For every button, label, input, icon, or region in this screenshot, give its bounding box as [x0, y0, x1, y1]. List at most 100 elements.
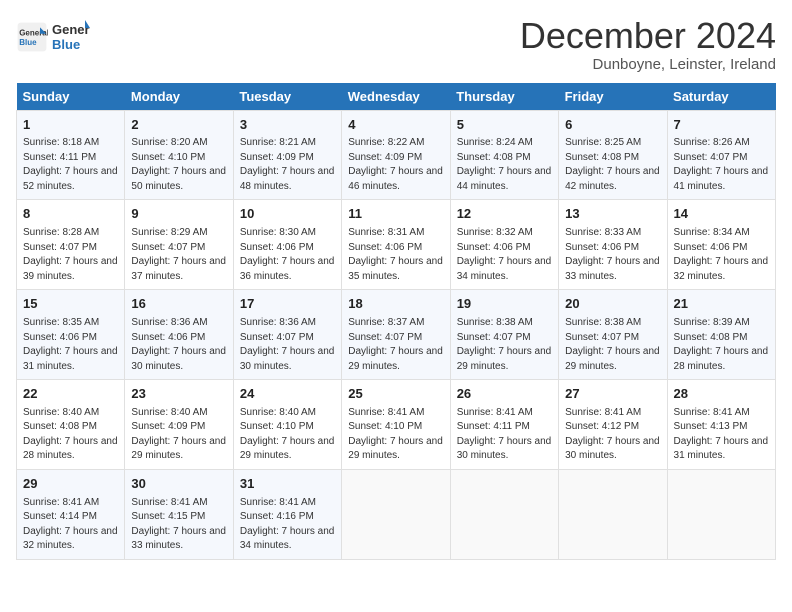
header-cell-sunday: Sunday: [17, 83, 125, 111]
calendar-cell: 17Sunrise: 8:36 AMSunset: 4:07 PMDayligh…: [233, 290, 341, 380]
daylight-label: Daylight: 7 hours and 33 minutes.: [565, 256, 660, 282]
sunrise: Sunrise: 8:33 AM: [565, 227, 641, 238]
daylight-label: Daylight: 7 hours and 44 minutes.: [457, 166, 552, 192]
day-number: 18: [348, 295, 443, 314]
sunrise: Sunrise: 8:40 AM: [23, 407, 99, 418]
sunset: Sunset: 4:14 PM: [23, 511, 97, 522]
sunrise: Sunrise: 8:24 AM: [457, 137, 533, 148]
sunrise: Sunrise: 8:37 AM: [348, 317, 424, 328]
daylight-label: Daylight: 7 hours and 29 minutes.: [131, 436, 226, 462]
day-number: 23: [131, 385, 226, 404]
day-number: 5: [457, 116, 552, 135]
day-number: 25: [348, 385, 443, 404]
sunrise: Sunrise: 8:38 AM: [457, 317, 533, 328]
day-number: 24: [240, 385, 335, 404]
calendar-cell: 31Sunrise: 8:41 AMSunset: 4:16 PMDayligh…: [233, 469, 341, 559]
calendar-cell: 6Sunrise: 8:25 AMSunset: 4:08 PMDaylight…: [559, 110, 667, 200]
sunrise: Sunrise: 8:18 AM: [23, 137, 99, 148]
calendar-cell: 2Sunrise: 8:20 AMSunset: 4:10 PMDaylight…: [125, 110, 233, 200]
sunrise: Sunrise: 8:26 AM: [674, 137, 750, 148]
sunset: Sunset: 4:07 PM: [23, 242, 97, 253]
sunset: Sunset: 4:06 PM: [674, 242, 748, 253]
daylight-label: Daylight: 7 hours and 41 minutes.: [674, 166, 769, 192]
sunrise: Sunrise: 8:20 AM: [131, 137, 207, 148]
calendar-cell: 23Sunrise: 8:40 AMSunset: 4:09 PMDayligh…: [125, 380, 233, 470]
sunset: Sunset: 4:07 PM: [348, 332, 422, 343]
day-number: 22: [23, 385, 118, 404]
week-row-1: 1 Sunrise: 8:18 AM Sunset: 4:11 PM Daylight…: [17, 110, 776, 200]
sunrise: Sunrise: 8:32 AM: [457, 227, 533, 238]
day-number: 9: [131, 205, 226, 224]
calendar-cell: 28 Sunrise: 8:41 AM Sunset: 4:13 PM Dayligh…: [667, 380, 775, 470]
sunrise: Sunrise: 8:41 AM: [565, 407, 641, 418]
general-blue-logo-svg: General Blue: [52, 16, 90, 58]
daylight-label: Daylight: 7 hours and 28 minutes.: [674, 346, 769, 372]
day-number: 21: [674, 295, 769, 314]
daylight-label: Daylight: 7 hours and 42 minutes.: [565, 166, 660, 192]
calendar-cell: 20Sunrise: 8:38 AMSunset: 4:07 PMDayligh…: [559, 290, 667, 380]
header-cell-monday: Monday: [125, 83, 233, 111]
logo-icon: General Blue: [16, 21, 48, 53]
day-number: 12: [457, 205, 552, 224]
day-number: 28: [674, 385, 769, 404]
sunset: Sunset: 4:07 PM: [457, 332, 531, 343]
calendar-cell: 4Sunrise: 8:22 AMSunset: 4:09 PMDaylight…: [342, 110, 450, 200]
sunrise: Sunrise: 8:41 AM: [348, 407, 424, 418]
sunset: Sunset: 4:06 PM: [457, 242, 531, 253]
sunset: Sunset: 4:06 PM: [23, 332, 97, 343]
daylight-label: Daylight: 7 hours and 52 minutes.: [23, 166, 118, 192]
header-cell-saturday: Saturday: [667, 83, 775, 111]
sunrise: Sunrise: 8:40 AM: [131, 407, 207, 418]
calendar-cell: [559, 469, 667, 559]
daylight-label: Daylight: 7 hours and 31 minutes.: [674, 436, 769, 462]
sunset: Sunset: 4:10 PM: [240, 421, 314, 432]
sunrise: Sunrise: 8:41 AM: [674, 407, 750, 418]
sunset: Sunset: 4:10 PM: [348, 421, 422, 432]
calendar-table: SundayMondayTuesdayWednesdayThursdayFrid…: [16, 83, 776, 560]
daylight-label: Daylight: 7 hours and 28 minutes.: [23, 436, 118, 462]
day-number: 31: [240, 475, 335, 494]
daylight-label: Daylight: 7 hours and 31 minutes.: [23, 346, 118, 372]
daylight-label: Daylight: 7 hours and 36 minutes.: [240, 256, 335, 282]
calendar-cell: 8Sunrise: 8:28 AMSunset: 4:07 PMDaylight…: [17, 200, 125, 290]
calendar-cell: 16Sunrise: 8:36 AMSunset: 4:06 PMDayligh…: [125, 290, 233, 380]
day-number: 1: [23, 116, 118, 135]
calendar-cell: [342, 469, 450, 559]
daylight-label: Daylight: 7 hours and 30 minutes.: [457, 436, 552, 462]
sunset: Sunset: 4:08 PM: [23, 421, 97, 432]
sunrise: Sunrise: 8:30 AM: [240, 227, 316, 238]
sunset: Sunset: 4:13 PM: [674, 421, 748, 432]
sunrise: Sunrise: 8:40 AM: [240, 407, 316, 418]
header-cell-thursday: Thursday: [450, 83, 558, 111]
sunrise: Sunrise: 8:34 AM: [674, 227, 750, 238]
sunrise: Sunrise: 8:22 AM: [348, 137, 424, 148]
calendar-cell: [667, 469, 775, 559]
daylight-label: Daylight: 7 hours and 48 minutes.: [240, 166, 335, 192]
header-row: SundayMondayTuesdayWednesdayThursdayFrid…: [17, 83, 776, 111]
daylight-label: Daylight: 7 hours and 30 minutes.: [131, 346, 226, 372]
daylight-label: Daylight: 7 hours and 33 minutes.: [131, 526, 226, 552]
day-number: 19: [457, 295, 552, 314]
daylight-label: Daylight: 7 hours and 35 minutes.: [348, 256, 443, 282]
day-number: 16: [131, 295, 226, 314]
day-number: 3: [240, 116, 335, 135]
calendar-cell: 24Sunrise: 8:40 AMSunset: 4:10 PMDayligh…: [233, 380, 341, 470]
sunset: Sunset: 4:11 PM: [23, 152, 96, 163]
calendar-cell: 25 Sunrise: 8:41 AM Sunset: 4:10 PM Dayligh…: [342, 380, 450, 470]
sunset: Sunset: 4:16 PM: [240, 511, 314, 522]
day-number: 6: [565, 116, 660, 135]
sunset: Sunset: 4:06 PM: [565, 242, 639, 253]
week-row-4: 22 Sunrise: 8:40 AM Sunset: 4:08 PM Dayligh…: [17, 380, 776, 470]
title-block: December 2024 Dunboyne, Leinster, Irelan…: [520, 16, 776, 73]
sunrise: Sunrise: 8:38 AM: [565, 317, 641, 328]
sunset: Sunset: 4:06 PM: [131, 332, 205, 343]
sunset: Sunset: 4:07 PM: [131, 242, 205, 253]
sunset: Sunset: 4:07 PM: [674, 152, 748, 163]
daylight-label: Daylight: 7 hours and 29 minutes.: [457, 346, 552, 372]
daylight-label: Daylight: 7 hours and 29 minutes.: [565, 346, 660, 372]
sunrise: Sunrise: 8:41 AM: [457, 407, 533, 418]
daylight-label: Daylight: 7 hours and 32 minutes.: [674, 256, 769, 282]
sunrise: Sunrise: 8:39 AM: [674, 317, 750, 328]
daylight-label: Daylight: 7 hours and 29 minutes.: [348, 436, 443, 462]
sunrise: Sunrise: 8:41 AM: [131, 497, 207, 508]
